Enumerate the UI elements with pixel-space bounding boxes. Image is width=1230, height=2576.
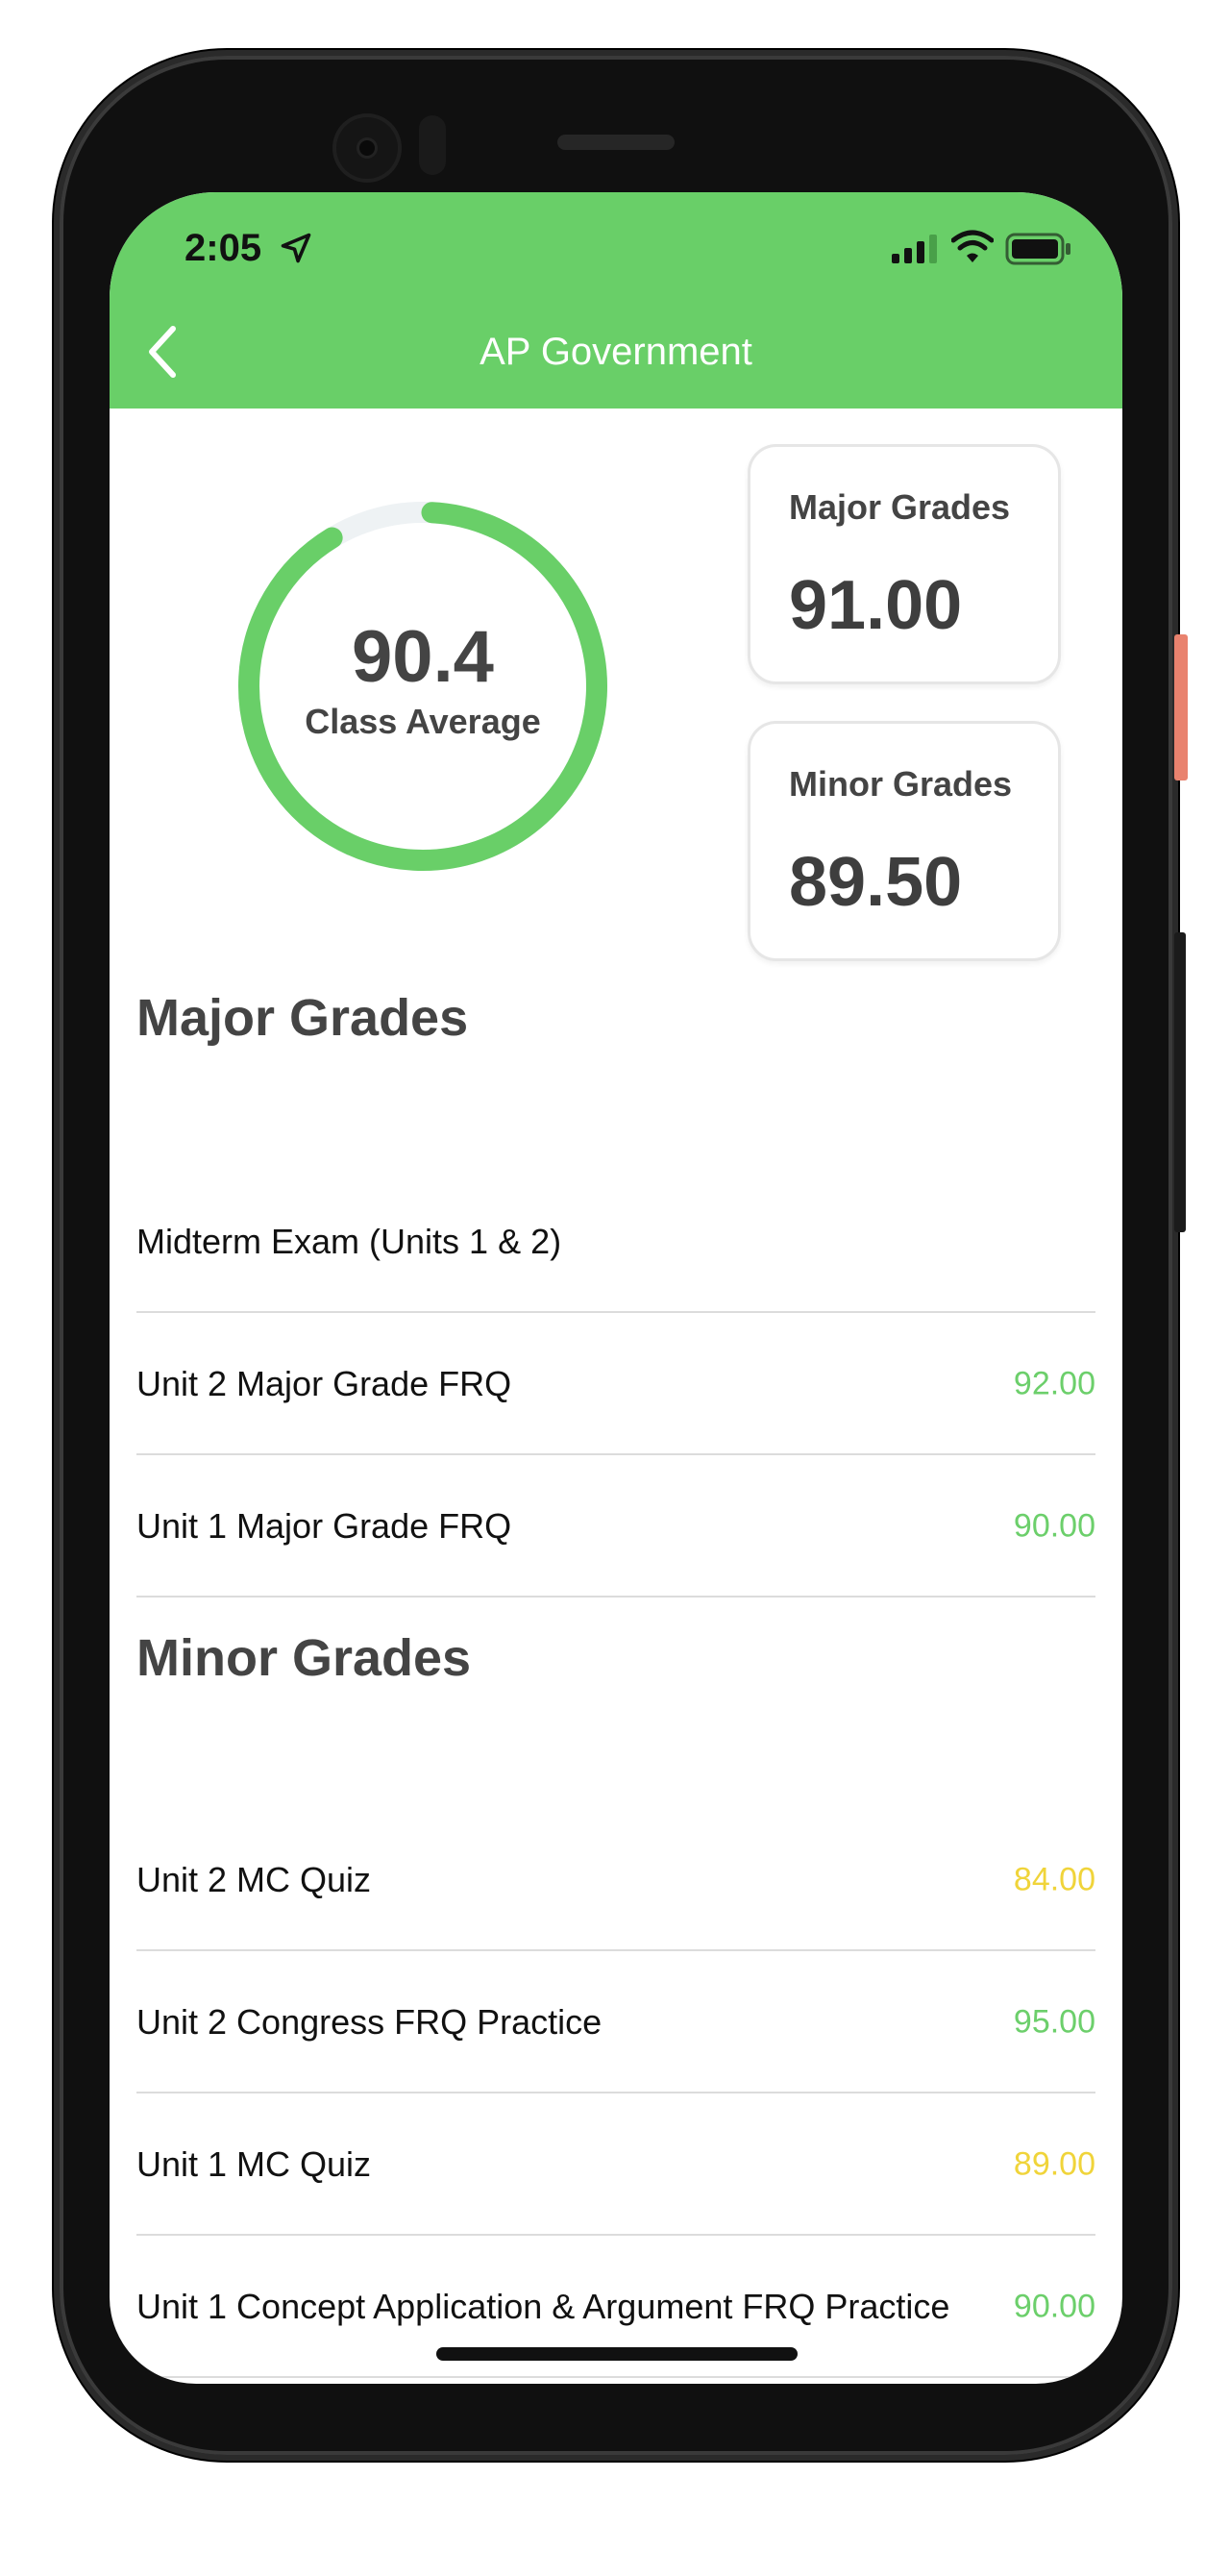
assignment-score: 89.00 (1013, 2145, 1095, 2183)
app-screen: 2:05 AP Government 90.4 Class Average Ma… (110, 192, 1122, 2384)
assignment-name: Unit 2 MC Quiz (136, 1860, 372, 1899)
assignment-score: 92.00 (1013, 1365, 1095, 1402)
minor-grades-card: Minor Grades 89.50 (748, 721, 1061, 961)
major-grades-card: Major Grades 91.00 (748, 444, 1061, 684)
class-average-value: 90.4 (352, 616, 494, 698)
wifi-icon (951, 230, 994, 262)
assignment-score: 84.00 (1013, 1861, 1095, 1898)
minor-grades-heading: Minor Grades (136, 1629, 472, 1687)
assignment-name: Unit 2 Major Grade FRQ (136, 1364, 512, 1403)
status-time: 2:05 (184, 227, 262, 269)
minor-grades-card-value: 89.50 (789, 844, 963, 921)
row-divider (136, 2376, 1095, 2378)
page-title: AP Government (480, 331, 752, 373)
assignment-score: 90.00 (1013, 1507, 1095, 1545)
front-camera (336, 117, 398, 179)
side-button-orange (1174, 634, 1188, 780)
major-grades-card-label: Major Grades (789, 487, 1011, 527)
grade-row[interactable]: Unit 2 MC Quiz 84.00 (136, 1809, 1095, 1951)
side-button-power (1174, 932, 1186, 1232)
battery-icon (1005, 233, 1070, 265)
nav-header: 2:05 AP Government (110, 192, 1122, 409)
assignment-name: Midterm Exam (Units 1 & 2) (136, 1222, 562, 1261)
assignment-name: Unit 1 Concept Application & Argument FR… (136, 2287, 950, 2326)
minor-grades-card-label: Minor Grades (789, 764, 1013, 804)
grade-row[interactable]: Unit 1 MC Quiz 89.00 (136, 2093, 1095, 2236)
grade-row[interactable]: Unit 2 Major Grade FRQ 92.00 (136, 1313, 1095, 1455)
grade-row[interactable]: Unit 2 Congress FRQ Practice 95.00 (136, 1951, 1095, 2093)
row-divider (136, 1596, 1095, 1598)
cellular-signal-icon (892, 235, 937, 263)
earpiece-speaker (557, 135, 675, 150)
location-arrow-icon (281, 233, 311, 263)
assignment-score: 90.00 (1013, 2288, 1095, 2325)
grade-row[interactable]: Midterm Exam (Units 1 & 2) (136, 1171, 1095, 1313)
assignment-name: Unit 1 MC Quiz (136, 2144, 372, 2184)
grade-row[interactable]: Unit 1 Major Grade FRQ 90.00 (136, 1455, 1095, 1598)
assignment-score: 95.00 (1013, 2003, 1095, 2041)
home-indicator[interactable] (436, 2347, 798, 2361)
major-grades-card-value: 91.00 (789, 567, 963, 644)
assignment-name: Unit 1 Major Grade FRQ (136, 1506, 512, 1546)
class-average-label: Class Average (305, 702, 541, 741)
proximity-sensor (419, 115, 446, 175)
major-grades-heading: Major Grades (136, 989, 469, 1047)
assignment-name: Unit 2 Congress FRQ Practice (136, 2002, 603, 2042)
